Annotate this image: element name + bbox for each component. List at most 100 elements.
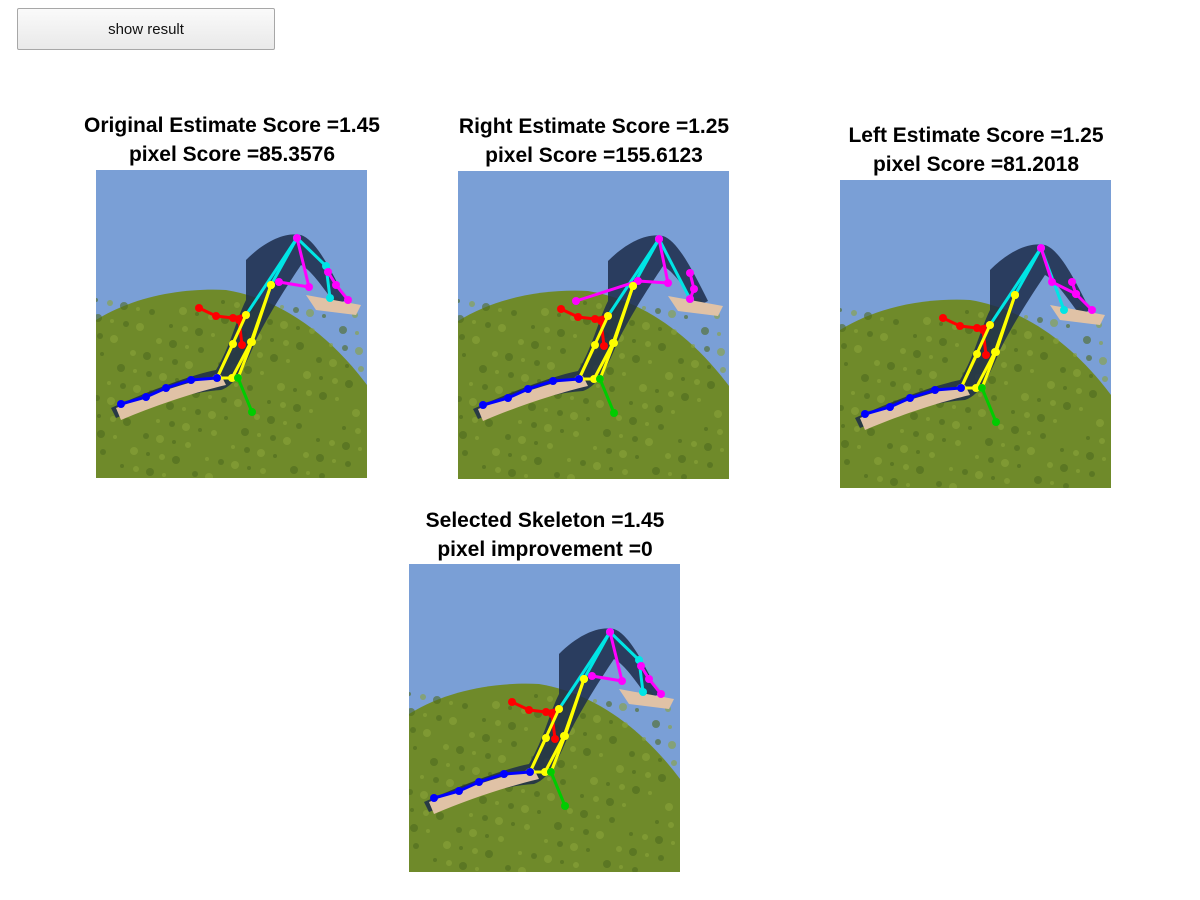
pose-photo [409, 564, 680, 872]
title-line-pixel: pixel Score =85.3576 [128, 143, 336, 166]
joint-marker [117, 400, 125, 408]
joint-marker [686, 269, 694, 277]
joint-marker [1048, 278, 1056, 286]
joint-marker [657, 690, 665, 698]
joint-marker [939, 314, 947, 322]
joint-marker [610, 339, 618, 347]
joint-marker [344, 296, 352, 304]
title-line-score: Left Estimate Score =1.25 [848, 124, 1104, 147]
joint-marker [639, 688, 647, 696]
selected-skeleton-image [409, 564, 680, 872]
joint-marker [591, 341, 599, 349]
pose-photo [96, 170, 367, 478]
joint-marker [248, 408, 256, 416]
joint-marker [572, 297, 580, 305]
original-estimate-title: Original Estimate Score =1.45 pixel Scor… [84, 111, 380, 169]
title-line-score: Original Estimate Score =1.45 [84, 114, 380, 137]
title-line-pixel: pixel Score =155.6123 [485, 144, 703, 167]
joint-marker [957, 384, 965, 392]
joint-marker [604, 312, 612, 320]
joint-marker [475, 778, 483, 786]
pose-photo [458, 171, 729, 479]
joint-marker [588, 672, 596, 680]
joint-marker [547, 768, 555, 776]
joint-marker [906, 394, 914, 402]
joint-marker [557, 305, 565, 313]
title-line-pixel: pixel improvement =0 [437, 538, 653, 561]
joint-marker [580, 675, 588, 683]
left-estimate-image [840, 180, 1111, 488]
joint-marker [1068, 278, 1076, 286]
joint-marker [1072, 290, 1080, 298]
joint-marker [982, 351, 990, 359]
joint-marker [1088, 306, 1096, 314]
joint-marker [978, 384, 986, 392]
joint-marker [326, 294, 334, 302]
joint-marker [992, 418, 1000, 426]
joint-marker [267, 281, 275, 289]
joint-marker [525, 706, 533, 714]
title-line-score: Selected Skeleton =1.45 [425, 509, 665, 532]
joint-marker [551, 735, 559, 743]
joint-marker [686, 295, 694, 303]
joint-marker [479, 401, 487, 409]
joint-marker [561, 732, 569, 740]
joint-marker [142, 393, 150, 401]
joint-marker [645, 675, 653, 683]
joint-marker [664, 279, 672, 287]
joint-marker [549, 377, 557, 385]
joint-marker [526, 768, 534, 776]
title-line-score: Right Estimate Score =1.25 [458, 115, 730, 138]
right-estimate-image [458, 171, 729, 479]
joint-marker [618, 677, 626, 685]
joint-marker [430, 794, 438, 802]
joint-marker [956, 322, 964, 330]
joint-marker [606, 628, 614, 636]
joint-marker [637, 662, 645, 670]
joint-marker [1037, 244, 1045, 252]
joint-marker [992, 348, 1000, 356]
joint-marker [690, 285, 698, 293]
joint-marker [248, 338, 256, 346]
joint-marker [542, 734, 550, 742]
joint-marker [575, 375, 583, 383]
joint-marker [229, 340, 237, 348]
joint-marker [861, 410, 869, 418]
joint-marker [234, 374, 242, 382]
joint-marker [455, 787, 463, 795]
joint-marker [195, 304, 203, 312]
joint-marker [242, 311, 250, 319]
joint-marker [324, 268, 332, 276]
joint-marker [187, 376, 195, 384]
joint-marker [500, 770, 508, 778]
joint-marker [931, 386, 939, 394]
joint-marker [275, 278, 283, 286]
joint-marker [555, 705, 563, 713]
joint-marker [524, 385, 532, 393]
left-estimate-title: Left Estimate Score =1.25 pixel Score =8… [848, 121, 1103, 179]
joint-marker [238, 341, 246, 349]
joint-marker [596, 375, 604, 383]
joint-marker [886, 403, 894, 411]
joint-marker [504, 394, 512, 402]
joint-marker [1011, 291, 1019, 299]
joint-marker [293, 234, 301, 242]
joint-marker [561, 802, 569, 810]
joint-marker [162, 384, 170, 392]
joint-marker [655, 235, 663, 243]
original-estimate-image [96, 170, 367, 478]
joint-marker [986, 321, 994, 329]
joint-marker [212, 312, 220, 320]
joint-marker [508, 698, 516, 706]
pose-photo [840, 180, 1111, 488]
joint-marker [973, 350, 981, 358]
joint-marker [1060, 306, 1068, 314]
joint-marker [305, 283, 313, 291]
joint-marker [629, 282, 637, 290]
joint-marker [600, 342, 608, 350]
joint-marker [574, 313, 582, 321]
joint-marker [332, 281, 340, 289]
title-line-pixel: pixel Score =81.2018 [872, 153, 1080, 176]
selected-skeleton-title: Selected Skeleton =1.45 pixel improvemen… [426, 506, 665, 564]
show-result-button[interactable]: show result [17, 8, 275, 50]
